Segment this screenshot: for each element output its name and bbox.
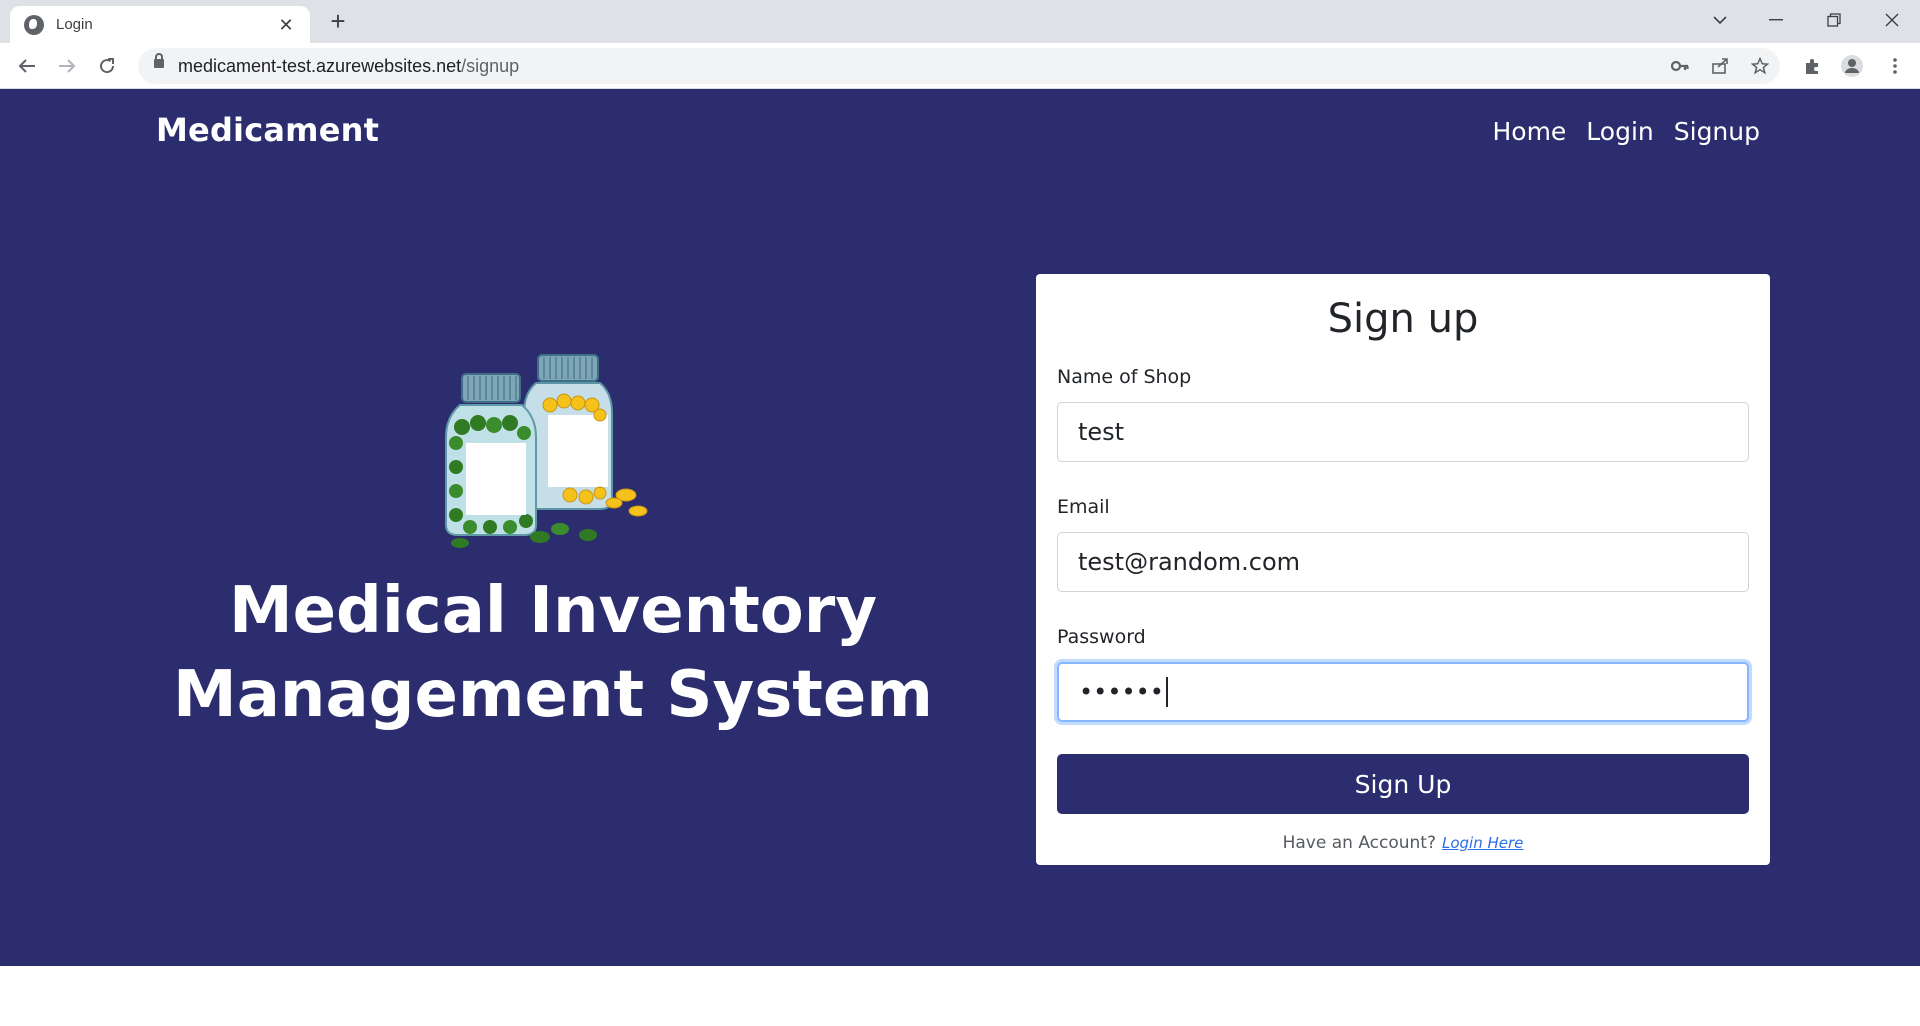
lock-icon[interactable] [154,53,164,68]
forward-arrow-icon[interactable] [52,51,82,81]
email-input[interactable]: test@random.com [1057,532,1749,592]
text-caret [1165,677,1168,707]
restore-icon[interactable] [1806,0,1862,40]
minimize-icon[interactable] [1748,0,1804,40]
browser-toolbar: medicament-test.azurewebsites.net/signup [0,43,1920,89]
browser-tab[interactable]: Login ✕ [10,6,310,43]
bookmark-star-icon[interactable] [1748,54,1772,78]
hero-title: Medical Inventory Management System [173,574,933,732]
globe-icon [24,14,44,35]
reload-icon[interactable] [92,51,122,81]
browser-menu-icon[interactable] [1880,51,1910,81]
account-prompt-text: Have an Account? [1282,833,1436,853]
signup-card: Sign up Name of Shop test Email test@ran… [1036,274,1770,865]
nav-link-signup[interactable]: Signup [1674,117,1760,146]
shop-name-label: Name of Shop [1057,366,1192,388]
page-body: Medicament Home Login Signup Medical Inv… [0,89,1920,966]
password-input[interactable]: •••••• [1057,662,1749,722]
password-label: Password [1057,626,1146,648]
shop-name-value: test [1078,418,1125,446]
email-label: Email [1057,496,1110,518]
email-value: test@random.com [1078,548,1301,576]
browser-tabstrip: Login ✕ + [0,0,1920,43]
profile-avatar-icon[interactable] [1837,51,1867,81]
pill-bottles-illustration [445,354,648,548]
brand-logo[interactable]: Medicament [156,111,379,149]
sign-up-button[interactable]: Sign Up [1057,754,1749,814]
shop-name-input[interactable]: test [1057,402,1749,462]
back-arrow-icon[interactable] [12,51,42,81]
close-tab-icon[interactable]: ✕ [276,15,296,35]
tab-search-icon[interactable] [1692,0,1748,40]
key-icon[interactable] [1668,54,1692,78]
tab-title: Login [56,16,93,33]
extensions-puzzle-icon[interactable] [1797,51,1827,81]
nav-link-home[interactable]: Home [1492,117,1566,146]
url-text[interactable]: medicament-test.azurewebsites.net/signup [178,56,519,77]
new-tab-button[interactable]: + [324,8,352,36]
top-nav: Home Login Signup [1492,117,1760,146]
login-prompt: Have an Account? Login Here [1036,833,1770,853]
nav-link-login[interactable]: Login [1586,117,1653,146]
form-heading: Sign up [1327,296,1479,342]
share-icon[interactable] [1708,54,1732,78]
login-here-link[interactable]: Login Here [1442,834,1523,852]
close-window-icon[interactable] [1864,0,1920,40]
password-value: •••••• [1079,678,1164,706]
address-bar[interactable]: medicament-test.azurewebsites.net/signup [138,48,1780,84]
